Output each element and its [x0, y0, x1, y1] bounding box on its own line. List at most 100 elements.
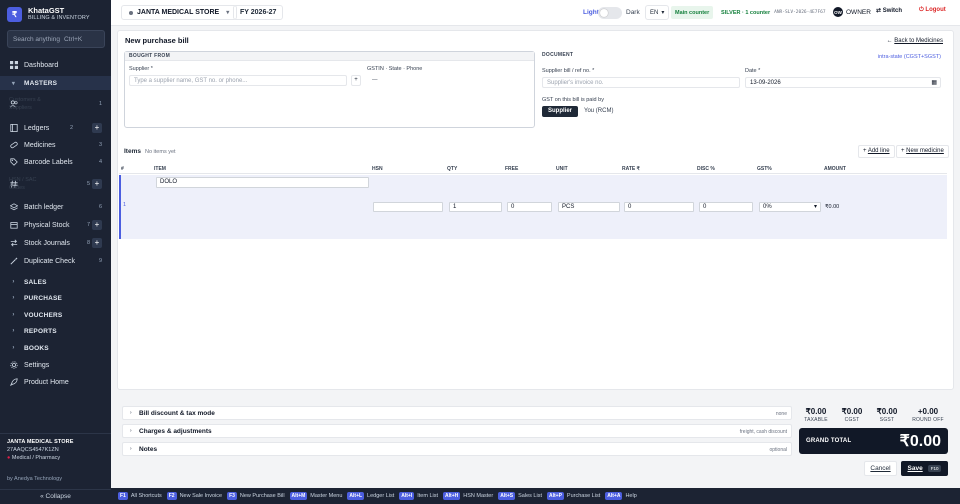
gst-rate-value: 0%: [763, 204, 772, 210]
add-stock-journal-button[interactable]: +: [92, 238, 102, 248]
paid-by-supplier-option[interactable]: Supplier: [542, 106, 579, 117]
save-label: Save: [907, 465, 923, 472]
shortcut-item-list[interactable]: Alt+I Item List: [399, 492, 438, 500]
item-input[interactable]: DOLO: [156, 177, 369, 188]
free-input[interactable]: 0: [507, 202, 552, 212]
theme-dark-label: Dark: [626, 9, 640, 16]
add-supplier-button[interactable]: +: [351, 75, 361, 86]
toggle-knob: [600, 9, 608, 17]
sidebar-item-dashboard[interactable]: Dashboard: [0, 58, 111, 72]
calendar-icon[interactable]: ▦: [931, 78, 937, 87]
charges-section[interactable]: › Charges & adjustments freight, cash di…: [122, 424, 792, 438]
shortcut-master-menu[interactable]: Alt+M Master Menu: [289, 492, 342, 500]
sidebar-section-books[interactable]: › BOOKS: [0, 341, 111, 355]
switch-button[interactable]: ⇄ Switch: [876, 7, 902, 14]
sidebar-item-medicines[interactable]: Medicines 3: [0, 138, 111, 152]
sidebar-item-settings[interactable]: Settings: [0, 358, 111, 372]
sidebar-section-label: BOOKS: [24, 344, 49, 352]
shortcut-new-purchase[interactable]: F3 New Purchase Bill: [227, 492, 285, 500]
language-selector[interactable]: EN ▾: [645, 5, 670, 20]
hsn-input[interactable]: [373, 202, 443, 212]
sidebar-section-masters[interactable]: ▾ MASTERS: [0, 76, 111, 90]
user-role: OWNER: [846, 8, 871, 16]
chevron-right-icon: ›: [12, 312, 15, 318]
cancel-label: Cancel: [870, 465, 891, 472]
add-hsn-button[interactable]: +: [92, 179, 102, 189]
sidebar-section-label: VOUCHERS: [24, 311, 63, 319]
save-button[interactable]: Save F10: [901, 461, 948, 476]
bill-ref-input[interactable]: Supplier's invoice no.: [542, 77, 740, 88]
collapse-sidebar-button[interactable]: « Collapse: [0, 489, 111, 504]
license-tier: SILVER · 1 counter: [721, 9, 771, 16]
back-to-medicines-link[interactable]: ← Back to Medicines: [887, 38, 943, 44]
shortcut-hsn-master[interactable]: Alt+H HSN Master: [443, 492, 493, 500]
add-physical-stock-button[interactable]: +: [92, 220, 102, 230]
sidebar-section-sales[interactable]: › SALES: [0, 275, 111, 289]
date-input[interactable]: 13-09-2026 ▦: [745, 77, 941, 88]
purchase-bill-form: New purchase bill ← Back to Medicines BO…: [117, 30, 954, 390]
add-line-button[interactable]: + Add line: [858, 145, 895, 158]
gstin-label: GSTIN · State · Phone: [367, 66, 423, 72]
store-category-label: Medical / Pharmacy: [11, 455, 61, 461]
sidebar-item-stock-journals[interactable]: Stock Journals 8 +: [0, 236, 111, 250]
tax-mode-link[interactable]: intra-state (CGST+SGST): [878, 54, 941, 60]
shortcut-sales-list[interactable]: Alt+S Sales List: [498, 492, 542, 500]
logout-button[interactable]: ⏻ Logout: [919, 7, 946, 14]
bill-discount-section[interactable]: › Bill discount & tax mode none: [122, 406, 792, 420]
gst-rate-select[interactable]: 0% ▾: [759, 202, 821, 212]
sidebar-item-product-home[interactable]: Product Home: [0, 375, 111, 389]
fy-selector[interactable]: FY 2026-27: [233, 5, 284, 20]
shortcut-all[interactable]: F1 All Shortcuts: [118, 492, 162, 500]
new-medicine-button[interactable]: + New medicine: [896, 145, 949, 158]
sidebar-item-customers-suppliers[interactable]: Customers & Suppliers 1: [0, 93, 111, 115]
brand[interactable]: ₹ KhataGST BILLING & INVENTORY: [7, 6, 90, 22]
items-status: No items yet: [145, 149, 176, 155]
shortcut-purchase-list[interactable]: Alt+P Purchase List: [546, 492, 601, 500]
back-label: Back to Medicines: [894, 38, 943, 44]
cancel-button[interactable]: Cancel: [864, 461, 897, 476]
language-label: EN: [650, 9, 659, 16]
paid-by-you-rcm-option[interactable]: You (RCM): [578, 106, 619, 117]
sidebar-item-batch-ledger[interactable]: Batch ledger 6: [0, 200, 111, 214]
sidebar-section-vouchers[interactable]: › VOUCHERS: [0, 308, 111, 322]
discount-input[interactable]: 0: [699, 202, 753, 212]
sidebar-item-barcode-labels[interactable]: Barcode Labels 4: [0, 155, 111, 169]
sidebar-item-hsn-sac[interactable]: HSN / SAC Codes 5 +: [0, 173, 111, 195]
theme-toggle[interactable]: [598, 7, 622, 19]
shortcut-number: 2: [69, 125, 73, 131]
shortcut-label: Purchase List: [566, 493, 601, 499]
sidebar-section-reports[interactable]: › REPORTS: [0, 324, 111, 338]
sidebar-section-label: PURCHASE: [24, 294, 63, 302]
shortcut-new-sale[interactable]: F2 New Sale Invoice: [166, 492, 223, 500]
store-selector[interactable]: JANTA MEDICAL STORE ▾: [121, 5, 238, 20]
search-shortcut: Ctrl+K: [63, 35, 83, 43]
rate-input[interactable]: 0: [624, 202, 694, 212]
page-title: New purchase bill: [125, 36, 189, 45]
search-input[interactable]: Search anything Ctrl+K: [7, 30, 105, 48]
sidebar-item-physical-stock[interactable]: Physical Stock 7 +: [0, 218, 111, 232]
sidebar-item-duplicate-check[interactable]: Duplicate Check 9: [0, 254, 111, 268]
section-hint: freight, cash discount: [739, 429, 787, 435]
round-off-total: +0.00 ROUND OFF: [908, 407, 948, 423]
shortcut-key: Alt+P: [546, 492, 564, 500]
add-ledger-button[interactable]: +: [92, 123, 102, 133]
sidebar-item-label: HSN / SAC Codes: [9, 177, 37, 191]
notes-section[interactable]: › Notes optional: [122, 442, 792, 456]
sidebar-item-ledgers[interactable]: Ledgers 2 +: [0, 121, 111, 135]
app-name: KhataGST: [28, 6, 65, 15]
user-menu[interactable]: OW OWNER: [833, 7, 871, 17]
sidebar-item-label: Duplicate Check: [24, 257, 75, 265]
shortcut-label: New Sale Invoice: [179, 493, 223, 499]
sidebar-section-label: REPORTS: [24, 327, 57, 335]
save-shortcut: F10: [927, 465, 942, 472]
book-icon: [9, 124, 18, 133]
sidebar-item-label: Medicines: [24, 141, 56, 149]
sidebar-section-purchase[interactable]: › PURCHASE: [0, 291, 111, 305]
store-gstin: 27AAQCS4547K1ZN: [7, 447, 59, 453]
unit-input[interactable]: PCS: [558, 202, 620, 212]
shortcut-ledger-list[interactable]: Alt+L Ledger List: [347, 492, 394, 500]
round-off-label: ROUND OFF: [912, 417, 944, 423]
supplier-input[interactable]: Type a supplier name, GST no. or phone..…: [129, 75, 347, 86]
shortcut-help[interactable]: Alt+A Help: [605, 492, 637, 500]
qty-input[interactable]: 1: [449, 202, 502, 212]
